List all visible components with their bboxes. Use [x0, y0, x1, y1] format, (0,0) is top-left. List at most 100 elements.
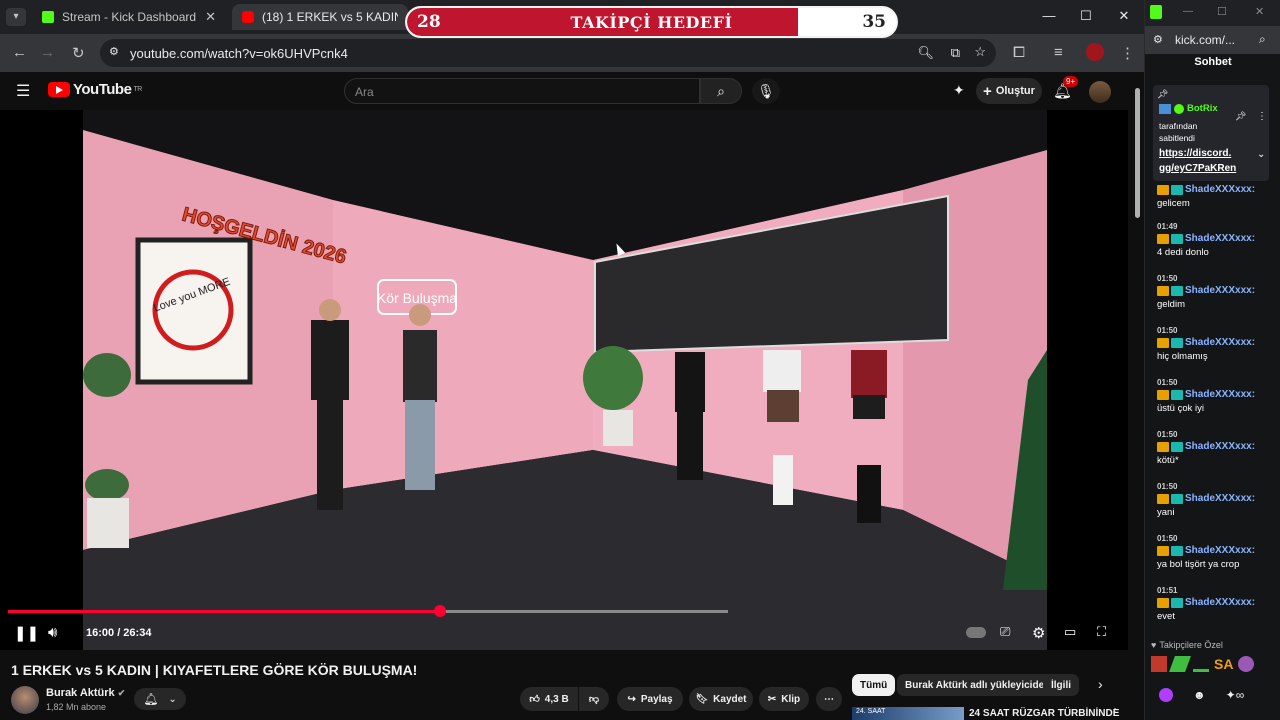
channel-name-row[interactable]: Burak Aktürk ✔: [46, 687, 125, 699]
clip-button[interactable]: ✂ Klip: [759, 687, 809, 711]
address-bar[interactable]: ⚙ youtube.com/watch?v=ok6UHVPcnk4 🔍︎ ⧉ ☆: [100, 39, 996, 67]
maximize-icon[interactable]: ☐: [1217, 5, 1227, 18]
close-window-icon[interactable]: ✕: [1255, 5, 1264, 18]
kick-url: kick.com/...: [1175, 33, 1236, 47]
volume-icon[interactable]: 🔊︎: [48, 624, 57, 641]
share-icon: ↪: [627, 693, 636, 705]
message-username[interactable]: ShadeXXXxxx:: [1185, 597, 1255, 608]
page-scrollbar[interactable]: [1131, 72, 1144, 720]
chevron-down-icon[interactable]: ⌄: [1257, 149, 1265, 160]
progress-scrubber[interactable]: [434, 605, 446, 617]
recommended-thumbnail[interactable]: 24. SAAT: [852, 707, 964, 720]
more-actions-button[interactable]: ⋯: [816, 687, 842, 711]
link-line: gg/eyC7PaKRen: [1159, 163, 1237, 174]
channel-avatar[interactable]: [11, 686, 39, 714]
install-icon[interactable]: ⧉: [951, 45, 960, 61]
account-avatar[interactable]: [1089, 81, 1111, 103]
chat-message: 01:50 ShadeXXXxxx: hiç olmamış: [1157, 326, 1277, 362]
share-button[interactable]: ↪ Paylaş: [617, 687, 683, 711]
emote-icon[interactable]: [1238, 656, 1255, 672]
emoji-icon[interactable]: ☻: [1193, 688, 1206, 702]
chip-all[interactable]: Tümü: [852, 674, 896, 696]
microphone-icon[interactable]: [1159, 688, 1173, 702]
browser-menu-icon[interactable]: ⋮: [1120, 44, 1135, 62]
minimize-icon[interactable]: —: [1039, 8, 1059, 23]
extension-icon[interactable]: ✦∞: [1226, 688, 1245, 702]
youtube-logo[interactable]: YouTube TR: [48, 81, 142, 98]
maximize-icon[interactable]: ☐: [1076, 8, 1096, 24]
bookmark-star-icon[interactable]: ☆: [974, 44, 986, 60]
emote-sa[interactable]: SA: [1214, 656, 1233, 672]
message-username[interactable]: ShadeXXXxxx:: [1185, 545, 1255, 556]
message-text: 4 dedi donlo: [1157, 247, 1209, 258]
media-controls-icon[interactable]: ≡: [1054, 44, 1063, 61]
settings-icon[interactable]: ⚙: [1032, 624, 1045, 642]
reload-icon[interactable]: ↻: [72, 44, 85, 62]
pause-icon[interactable]: ❚❚: [14, 624, 39, 642]
extensions-icon[interactable]: ⧠: [1013, 44, 1025, 61]
close-tab-icon[interactable]: ✕: [205, 9, 216, 25]
autoplay-toggle[interactable]: [966, 627, 986, 638]
search-button[interactable]: ⌕: [700, 78, 742, 104]
like-count: 4,3 B: [544, 693, 569, 705]
fullscreen-icon[interactable]: ⛶: [1097, 624, 1106, 640]
kick-address-bar[interactable]: ⚙ kick.com/... ⌕: [1145, 26, 1280, 54]
verified-icon: [1174, 103, 1184, 114]
message-username[interactable]: ShadeXXXxxx:: [1185, 493, 1255, 504]
more-vertical-icon[interactable]: ⋮: [1257, 111, 1267, 122]
scrollbar-thumb[interactable]: [1135, 88, 1140, 218]
more-horizontal-icon: ⋯: [824, 693, 834, 705]
emote-icon[interactable]: [1169, 656, 1191, 672]
save-label: Kaydet: [713, 693, 747, 705]
site-info-icon[interactable]: ⚙: [109, 45, 119, 58]
message-text: gelicem: [1157, 198, 1190, 209]
zoom-icon[interactable]: 🔍︎: [917, 45, 934, 61]
more-vertical-icon[interactable]: ⋮: [1110, 707, 1120, 718]
tab-kick-dashboard[interactable]: Stream - Kick Dashboard ✕: [32, 4, 226, 30]
theater-mode-icon[interactable]: ▭: [1064, 624, 1076, 640]
minimize-icon[interactable]: —: [1183, 6, 1193, 17]
emote-icon[interactable]: [1151, 656, 1167, 672]
pin-icon: 📌︎: [1157, 89, 1169, 99]
subtitles-icon[interactable]: ⎚: [1000, 624, 1010, 640]
message-username[interactable]: ShadeXXXxxx:: [1185, 389, 1255, 400]
emote-icon[interactable]: [1193, 656, 1209, 672]
message-username[interactable]: ShadeXXXxxx:: [1185, 233, 1255, 244]
chat-message: 01:50 ShadeXXXxxx: üstü çok iyi: [1157, 378, 1277, 414]
thumbs-up-icon: 👍︎: [529, 694, 540, 705]
message-username[interactable]: ShadeXXXxxx:: [1185, 285, 1255, 296]
voice-search-button[interactable]: 🎙︎: [752, 78, 780, 104]
unpin-icon[interactable]: 📌︎: [1235, 111, 1246, 122]
zoom-icon[interactable]: ⌕: [1259, 32, 1266, 47]
tab-youtube-video[interactable]: (18) 1 ERKEK vs 5 KADIN | K: [232, 4, 408, 30]
site-info-icon[interactable]: ⚙: [1153, 33, 1163, 46]
chip-related[interactable]: İlgili: [1043, 674, 1079, 696]
video-player[interactable]: Love you MORE HOŞGELDİN 2026 Kör Buluşma: [0, 110, 1128, 650]
chat-message: 01:50 ShadeXXXxxx: yani: [1157, 482, 1277, 518]
chevron-right-icon[interactable]: ›: [1098, 676, 1103, 692]
kick-favicon-icon: [42, 11, 54, 23]
search-input[interactable]: Ara: [344, 78, 700, 104]
save-button[interactable]: 🔖︎ Kaydet: [689, 687, 753, 711]
forward-icon[interactable]: →: [40, 44, 55, 61]
notifications-button[interactable]: 🔔︎ 9+: [1053, 76, 1079, 100]
pinned-link[interactable]: https://discord. gg/eyC7PaKRen: [1159, 146, 1236, 176]
message-username[interactable]: ShadeXXXxxx:: [1185, 441, 1255, 452]
like-button[interactable]: 👍︎ 4,3 B: [520, 687, 578, 711]
chip-from-uploader[interactable]: Burak Aktürk adlı yükleyiciden: [897, 674, 1059, 696]
extension-icon[interactable]: ✦: [953, 82, 965, 99]
create-button[interactable]: + Oluştur: [976, 78, 1042, 104]
close-window-icon[interactable]: ✕: [1114, 8, 1134, 24]
message-text: kötü*: [1157, 455, 1179, 466]
profile-icon[interactable]: [1086, 43, 1104, 61]
dislike-button[interactable]: 👎︎: [579, 687, 609, 711]
recommended-title[interactable]: 24 SAAT RÜZGAR TÜRBİNİNDE: [969, 708, 1119, 719]
message-username[interactable]: ShadeXXXxxx:: [1185, 184, 1255, 195]
message-username[interactable]: ShadeXXXxxx:: [1185, 337, 1255, 348]
message-text: ya bol tişört ya crop: [1157, 559, 1240, 570]
tab-search-button[interactable]: ▾: [6, 8, 26, 26]
back-icon[interactable]: ←: [12, 44, 27, 61]
hamburger-menu-icon[interactable]: ☰: [16, 81, 30, 101]
video-progress-bar[interactable]: [8, 605, 728, 617]
notification-preference-button[interactable]: 🔔︎ ⌄: [134, 688, 186, 710]
